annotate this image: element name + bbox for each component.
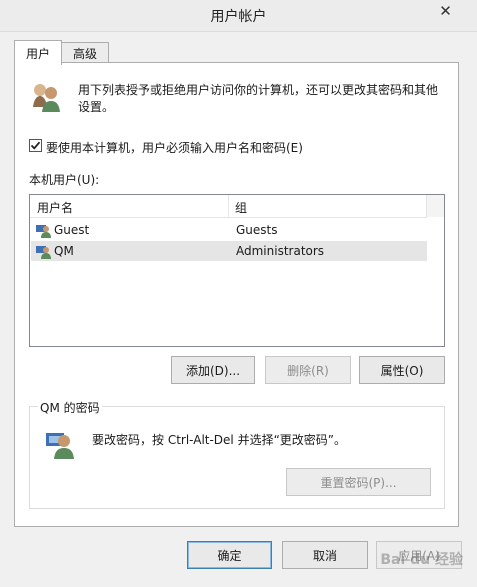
- username-cell: Guest: [54, 223, 90, 237]
- user-icon: [35, 222, 51, 241]
- tab-advanced[interactable]: 高级: [61, 42, 109, 64]
- password-instructions: 要改密码，按 Ctrl-Alt-Del 并选择“更改密码”。: [92, 433, 347, 447]
- user-password-icon: [44, 427, 76, 459]
- close-button[interactable]: ✕: [424, 0, 467, 21]
- reset-password-button[interactable]: 重置密码(P)...: [286, 468, 431, 496]
- username-cell: QM: [54, 244, 74, 258]
- baidu-watermark: Bai du 经验: [380, 552, 463, 568]
- column-header-group[interactable]: 组: [235, 199, 247, 216]
- column-divider: [228, 195, 229, 217]
- title-bar: 用户帐户 ✕: [0, 0, 477, 32]
- cancel-button[interactable]: 取消: [282, 541, 368, 569]
- intro-text: 用下列表授予或拒绝用户访问你的计算机，还可以更改其密码和其他 设置。: [78, 82, 438, 116]
- group-cell: Guests: [236, 223, 278, 237]
- checkmark-icon: [30, 141, 41, 150]
- user-icon: [35, 243, 51, 262]
- require-password-label[interactable]: 要使用本计算机，用户必须输入用户名和密码(E): [46, 139, 303, 156]
- column-header-username[interactable]: 用户名: [37, 199, 73, 216]
- list-header: 用户名 组: [30, 195, 427, 218]
- password-groupbox-title: QM 的密码: [38, 399, 102, 416]
- close-icon: ✕: [439, 1, 452, 20]
- list-item[interactable]: Guest Guests: [31, 220, 427, 240]
- scrollbar-corner: [426, 195, 444, 217]
- add-button[interactable]: 添加(D)...: [171, 356, 255, 384]
- tab-users[interactable]: 用户: [14, 40, 62, 65]
- tab-advanced-label: 高级: [72, 47, 97, 61]
- users-list[interactable]: 用户名 组 Guest Guests QM Administrators: [29, 194, 445, 347]
- properties-button[interactable]: 属性(O): [359, 356, 445, 384]
- list-item-selected[interactable]: QM Administrators: [31, 241, 427, 261]
- intro-text-line2: 设置。: [78, 100, 115, 114]
- tab-users-label: 用户: [25, 46, 50, 61]
- users-icon: [29, 79, 63, 113]
- local-users-label: 本机用户(U):: [29, 173, 100, 187]
- group-cell: Administrators: [236, 244, 325, 258]
- ok-button[interactable]: 确定: [187, 541, 272, 569]
- window-title: 用户帐户: [210, 9, 267, 25]
- intro-text-line1: 用下列表授予或拒绝用户访问你的计算机，还可以更改其密码和其他: [78, 83, 439, 97]
- require-password-checkbox[interactable]: [29, 139, 42, 152]
- remove-button[interactable]: 删除(R): [265, 356, 351, 384]
